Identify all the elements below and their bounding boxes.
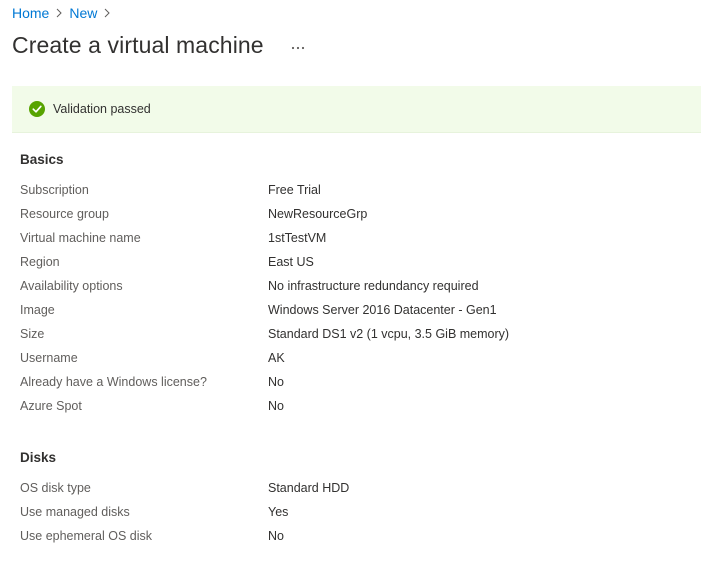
row-label: Use managed disks bbox=[20, 505, 130, 519]
summary-row: Virtual machine name 1stTestVM bbox=[20, 228, 680, 248]
summary-row: Already have a Windows license? No bbox=[20, 372, 680, 392]
more-options-button[interactable] bbox=[286, 33, 310, 57]
row-label: Image bbox=[20, 303, 55, 317]
row-label: Use ephemeral OS disk bbox=[20, 529, 153, 543]
chevron-right-icon bbox=[49, 3, 69, 23]
summary-row: Azure Spot No bbox=[20, 396, 680, 416]
row-label: Azure Spot bbox=[20, 399, 82, 413]
row-value: No bbox=[268, 375, 284, 389]
summary-row: Availability options No infrastructure r… bbox=[20, 276, 680, 296]
validation-banner: Validation passed bbox=[12, 86, 701, 133]
row-label: Already have a Windows license? bbox=[20, 375, 207, 389]
summary-row: Size Standard DS1 v2 (1 vcpu, 3.5 GiB me… bbox=[20, 324, 680, 344]
breadcrumb: Home New bbox=[12, 3, 117, 23]
row-label: Region bbox=[20, 255, 60, 269]
validation-message: Validation passed bbox=[53, 102, 151, 116]
summary-row: Use ephemeral OS disk No bbox=[20, 526, 680, 546]
row-label: Availability options bbox=[20, 279, 123, 293]
more-options-icon bbox=[291, 38, 305, 53]
row-value: NewResourceGrp bbox=[268, 207, 368, 221]
row-value: Free Trial bbox=[268, 183, 321, 197]
page-title: Create a virtual machine bbox=[12, 31, 264, 58]
summary-row: Subscription Free Trial bbox=[20, 180, 680, 200]
row-label: Size bbox=[20, 327, 45, 341]
chevron-right-icon bbox=[97, 3, 117, 23]
breadcrumb-home-link[interactable]: Home bbox=[12, 5, 49, 21]
summary-row: Use managed disks Yes bbox=[20, 502, 680, 522]
summary-row: Username AK bbox=[20, 348, 680, 368]
row-value: Windows Server 2016 Datacenter - Gen1 bbox=[268, 303, 497, 317]
summary-row: Image Windows Server 2016 Datacenter - G… bbox=[20, 300, 680, 320]
row-label: OS disk type bbox=[20, 481, 91, 495]
page-header: Create a virtual machine bbox=[12, 28, 310, 62]
section-title-basics: Basics bbox=[20, 152, 64, 167]
row-label: Subscription bbox=[20, 183, 89, 197]
breadcrumb-new-link[interactable]: New bbox=[69, 5, 97, 21]
row-label: Resource group bbox=[20, 207, 109, 221]
check-circle-icon bbox=[29, 101, 45, 117]
row-label: Username bbox=[20, 351, 78, 365]
row-value: No infrastructure redundancy required bbox=[268, 279, 479, 293]
section-title-disks: Disks bbox=[20, 450, 57, 465]
row-value: No bbox=[268, 399, 284, 413]
row-value: No bbox=[268, 529, 284, 543]
summary-row: Region East US bbox=[20, 252, 680, 272]
row-value: AK bbox=[268, 351, 285, 365]
row-value: 1stTestVM bbox=[268, 231, 327, 245]
row-value: East US bbox=[268, 255, 314, 269]
row-value: Standard HDD bbox=[268, 481, 350, 495]
summary-row: Resource group NewResourceGrp bbox=[20, 204, 680, 224]
row-label: Virtual machine name bbox=[20, 231, 141, 245]
row-value: Standard DS1 v2 (1 vcpu, 3.5 GiB memory) bbox=[268, 327, 510, 341]
summary-row: OS disk type Standard HDD bbox=[20, 478, 680, 498]
row-value: Yes bbox=[268, 505, 289, 519]
